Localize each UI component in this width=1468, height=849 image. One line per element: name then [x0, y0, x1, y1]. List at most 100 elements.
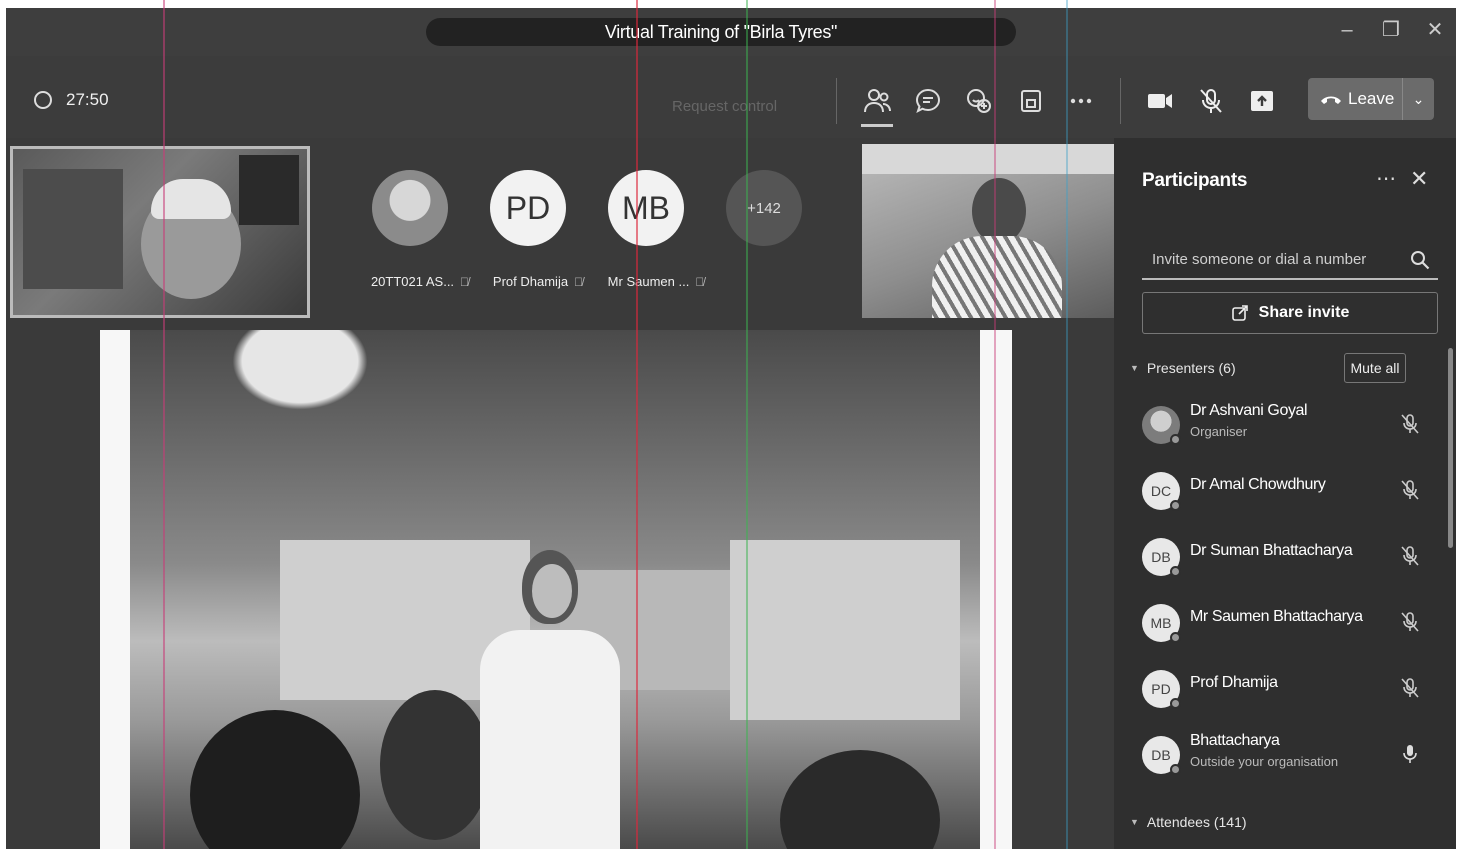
presence-dot [1170, 632, 1181, 643]
participant-tile-label: Mr Saumen ... 🎙̸ [576, 274, 736, 289]
more-participants-tile[interactable]: +142 [724, 170, 804, 246]
mic-muted-icon[interactable] [1196, 86, 1226, 116]
chevron-down-icon[interactable]: ⌄ [1402, 78, 1434, 120]
background-board [730, 540, 960, 720]
presence-dot [1170, 698, 1181, 709]
participant-tile[interactable]: 20TT021 AS... 🎙̸ [370, 170, 469, 289]
meeting-title: Virtual Training of "Birla Tyres" [426, 18, 1016, 46]
window-controls: – ❐ ✕ [1336, 18, 1446, 42]
participant-tile[interactable]: PD Prof Dhamija 🎙̸ [488, 170, 583, 289]
list-item[interactable]: PD Prof Dhamija [1142, 664, 1442, 720]
share-invite-button[interactable]: Share invite [1142, 292, 1438, 334]
presence-dot [1170, 566, 1181, 577]
invite-field [1142, 242, 1438, 280]
participant-name: Prof Dhamija [492, 274, 569, 289]
toolbar-divider [1120, 78, 1121, 124]
request-control-button[interactable]: Request control [672, 98, 777, 115]
participants-panel: Participants ⋯ ✕ Share invite ▼ Presente… [1114, 138, 1456, 849]
phone-hangup-icon [1321, 96, 1341, 104]
close-icon[interactable]: ✕ [1424, 18, 1446, 42]
participant-role: Outside your organisation [1190, 754, 1339, 769]
participant-name: Bhattacharya [1190, 732, 1280, 749]
attendees-heading: Attendees (141) [1146, 814, 1247, 830]
invite-input[interactable] [1142, 242, 1402, 276]
search-icon[interactable] [1410, 250, 1430, 270]
tyre-shape [780, 750, 940, 849]
minimize-icon[interactable]: – [1336, 18, 1358, 42]
share-screen-icon[interactable] [1247, 86, 1277, 116]
caret-down-icon: ▼ [1130, 817, 1139, 827]
title-bar: Virtual Training of "Birla Tyres" – ❐ ✕ [6, 8, 1456, 56]
meeting-stage: 20TT021 AS... 🎙̸ PD Prof Dhamija 🎙̸ MB M… [6, 138, 1114, 849]
presenter-figure [480, 550, 620, 849]
leave-main[interactable]: Leave [1308, 89, 1402, 109]
more-actions-icon[interactable] [1066, 86, 1096, 116]
participant-name: Dr Amal Chowdhury [1190, 476, 1326, 493]
list-item[interactable]: MB Mr Saumen Bhattacharya [1142, 598, 1442, 654]
panel-title: Participants [1142, 170, 1248, 191]
timer-text: 27:50 [66, 90, 109, 109]
list-item[interactable]: DC Dr Amal Chowdhury [1142, 466, 1442, 522]
mic-muted-icon [1401, 414, 1419, 434]
tyre-shape [190, 710, 360, 849]
avatar [372, 170, 448, 246]
tyre-shape [380, 690, 490, 840]
avatar: PD [490, 170, 566, 246]
participant-name: Prof Dhamija [1190, 674, 1278, 691]
restore-icon[interactable]: ❐ [1380, 18, 1402, 42]
person-head [972, 178, 1026, 244]
meeting-toolbar: 27:50 Request control Leave ⌄ [6, 56, 1456, 138]
participant-name: 20TT021 AS... [370, 274, 455, 289]
share-invite-label: Share invite [1258, 304, 1350, 321]
presenter-face [532, 564, 572, 618]
attendees-section-toggle[interactable]: ▼ Attendees (141) [1130, 814, 1247, 830]
participant-name: Dr Suman Bhattacharya [1190, 542, 1353, 559]
participant-name: Dr Ashvani Goyal [1190, 402, 1308, 419]
presence-dot [1170, 434, 1181, 445]
panel-scrollbar[interactable] [1448, 348, 1453, 548]
background-wall [862, 144, 1114, 174]
presence-dot [1170, 500, 1181, 511]
presence-dot [1170, 764, 1181, 775]
chat-icon[interactable] [913, 86, 943, 116]
caret-down-icon: ▼ [1130, 363, 1139, 373]
participant-tile[interactable]: MB Mr Saumen ... 🎙̸ [606, 170, 704, 289]
avatar: MB [608, 170, 684, 246]
meeting-timer: 27:50 [34, 90, 109, 110]
main-video-feed[interactable] [100, 330, 1012, 849]
presenters-heading: Presenters (6) [1146, 360, 1236, 376]
background-object [239, 155, 299, 225]
hair-shape [151, 179, 231, 219]
participants-icon[interactable] [862, 86, 892, 116]
record-status-icon [34, 91, 52, 109]
presenter-body [480, 630, 620, 849]
list-item[interactable]: DB Dr Suman Bhattacharya [1142, 532, 1442, 588]
camera-icon[interactable] [1145, 86, 1175, 116]
participant-name: Mr Saumen Bhattacharya [1190, 608, 1363, 625]
mic-muted-icon [1401, 678, 1419, 698]
participant-name: Mr Saumen ... [607, 274, 690, 289]
background-shelf [23, 169, 123, 289]
more-options-icon[interactable]: ⋯ [1376, 166, 1396, 191]
mute-all-button[interactable]: Mute all [1344, 353, 1406, 383]
participant-video-tile[interactable] [862, 144, 1114, 318]
participant-role: Organiser [1190, 424, 1248, 439]
reactions-icon[interactable] [964, 86, 994, 116]
close-panel-icon[interactable]: ✕ [1410, 166, 1428, 192]
presenters-section-toggle[interactable]: ▼ Presenters (6) [1130, 360, 1236, 376]
mic-muted-icon [1401, 546, 1419, 566]
teams-meeting-window: Virtual Training of "Birla Tyres" – ❐ ✕ … [6, 8, 1456, 849]
toolbar-divider [836, 78, 837, 124]
leave-button[interactable]: Leave ⌄ [1308, 78, 1434, 120]
leave-label: Leave [1348, 89, 1395, 108]
mic-muted-icon: 🎙̸ [695, 274, 705, 289]
active-tab-indicator [861, 124, 893, 127]
participant-video-tile[interactable] [10, 146, 310, 318]
share-icon [1231, 305, 1248, 321]
rooms-icon[interactable] [1016, 86, 1046, 116]
list-item[interactable]: DB Bhattacharya Outside your organisatio… [1142, 730, 1442, 786]
person-shirt [932, 236, 1062, 318]
list-item[interactable]: Dr Ashvani Goyal Organiser [1142, 400, 1442, 456]
mic-muted-icon [1401, 480, 1419, 500]
more-participants-count: +142 [726, 170, 802, 246]
